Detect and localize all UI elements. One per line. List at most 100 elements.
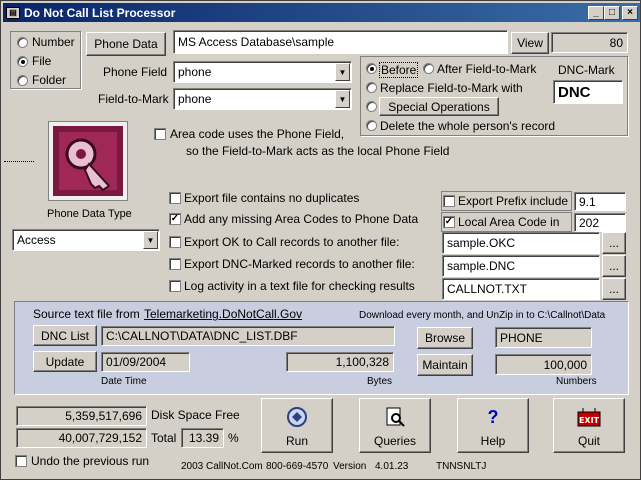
folder-label: Folder bbox=[32, 73, 67, 87]
undo-label: Undo the previous run bbox=[31, 454, 150, 468]
file-radio[interactable] bbox=[17, 56, 28, 67]
numbers-caption: Numbers bbox=[556, 376, 597, 387]
phone-data-type-value: Access bbox=[17, 233, 56, 247]
percent-sign: % bbox=[228, 431, 239, 445]
add-area-codes-checkbox[interactable]: ✓ bbox=[169, 213, 181, 225]
divider bbox=[4, 161, 34, 162]
phone-field-label: Phone Field bbox=[103, 65, 168, 79]
export-dnc-checkbox[interactable] bbox=[169, 258, 181, 270]
dnc-browse-button[interactable]: ... bbox=[602, 255, 626, 277]
footer-copyright: 2003 CallNot.Com bbox=[181, 461, 263, 472]
no-duplicates-checkbox[interactable] bbox=[169, 192, 181, 204]
update-button[interactable]: Update bbox=[33, 351, 97, 372]
footer-code: TNNSNLTJ bbox=[436, 461, 487, 472]
log-browse-button[interactable]: ... bbox=[602, 278, 626, 300]
log-file-input[interactable]: CALLNOT.TXT bbox=[442, 278, 600, 300]
source-prefix: Source text file from bbox=[33, 307, 140, 321]
quit-button[interactable]: EXIT Quit bbox=[553, 398, 625, 453]
app-icon: ▤ bbox=[6, 6, 20, 19]
special-ops-radio[interactable] bbox=[366, 101, 377, 112]
bytes-caption: Bytes bbox=[367, 376, 393, 387]
replace-radio[interactable] bbox=[366, 82, 377, 93]
add-area-codes-label: Add any missing Area Codes to Phone Data bbox=[184, 212, 419, 226]
minimize-button[interactable]: _ bbox=[588, 6, 604, 20]
field-to-mark-label: Field-to-Mark bbox=[98, 92, 169, 106]
field-to-mark-select[interactable]: phone ▼ bbox=[173, 88, 352, 110]
after-label: After Field-to-Mark bbox=[437, 62, 537, 76]
okc-file-input[interactable]: sample.OKC bbox=[442, 232, 600, 254]
chevron-down-icon[interactable]: ▼ bbox=[143, 231, 158, 249]
special-operations-button[interactable]: Special Operations bbox=[379, 97, 499, 116]
maximize-button[interactable]: □ bbox=[604, 6, 620, 20]
numbers-count: 100,000 bbox=[495, 354, 592, 375]
area-code-note-line1: Area code uses the Phone Field, bbox=[170, 127, 345, 141]
magnifier-document-icon bbox=[383, 406, 407, 428]
export-prefix-input[interactable]: 9.1 bbox=[574, 192, 626, 211]
delete-radio[interactable] bbox=[366, 120, 377, 131]
folder-radio[interactable] bbox=[17, 75, 28, 86]
run-icon bbox=[285, 406, 309, 428]
close-button[interactable]: × bbox=[622, 6, 638, 20]
dnc-mark-input[interactable]: DNC bbox=[553, 80, 623, 104]
local-area-code-input[interactable]: 202 bbox=[574, 213, 626, 232]
svg-text:EXIT: EXIT bbox=[579, 416, 600, 425]
disk-total-value: 40,007,729,152 bbox=[16, 428, 147, 448]
phone-data-path[interactable]: MS Access Database\sample bbox=[173, 30, 508, 54]
number-label: Number bbox=[32, 35, 75, 49]
help-button[interactable]: ? Help bbox=[457, 398, 529, 453]
field-to-mark-value: phone bbox=[178, 92, 212, 106]
undo-checkbox[interactable] bbox=[15, 455, 27, 467]
before-label: Before bbox=[379, 62, 419, 78]
quit-label: Quit bbox=[577, 434, 600, 448]
delete-label: Delete the whole person's record bbox=[380, 119, 556, 133]
phone-data-button[interactable]: Phone Data bbox=[86, 32, 166, 56]
chevron-down-icon[interactable]: ▼ bbox=[335, 63, 350, 81]
date-caption: Date Time bbox=[101, 376, 147, 387]
run-label: Run bbox=[285, 434, 308, 448]
local-area-code-checkbox[interactable]: ✓ bbox=[443, 216, 455, 228]
view-button[interactable]: View bbox=[511, 32, 549, 54]
before-radio[interactable] bbox=[366, 63, 377, 74]
replace-label: Replace Field-to-Mark with bbox=[380, 81, 523, 95]
dnc-list-button[interactable]: DNC List bbox=[33, 325, 97, 346]
footer-version: 4.01.23 bbox=[375, 461, 409, 472]
no-duplicates-label: Export file contains no duplicates bbox=[184, 191, 360, 205]
export-prefix-label: Export Prefix include bbox=[458, 194, 569, 208]
export-dnc-label: Export DNC-Marked records to another fil… bbox=[184, 257, 415, 271]
log-activity-checkbox[interactable] bbox=[169, 280, 181, 292]
after-radio[interactable] bbox=[423, 63, 434, 74]
disk-percent: 13.39 bbox=[181, 428, 224, 448]
help-icon: ? bbox=[487, 406, 499, 427]
footer-version-label: Version bbox=[333, 461, 367, 472]
window-title: Do Not Call List Processor bbox=[24, 5, 176, 20]
access-database-icon bbox=[48, 121, 128, 201]
disk-free-label: Disk Space Free bbox=[151, 408, 240, 422]
download-note: Download every month, and UnZip in to C:… bbox=[359, 310, 606, 321]
dnc-file-input[interactable]: sample.DNC bbox=[442, 255, 600, 277]
export-ok-checkbox[interactable] bbox=[169, 236, 181, 248]
browse-button[interactable]: Browse bbox=[417, 327, 473, 349]
file-bytes: 1,100,328 bbox=[286, 352, 394, 372]
maintain-button[interactable]: Maintain bbox=[417, 354, 473, 376]
source-field-name: PHONE bbox=[495, 327, 592, 348]
phone-field-select[interactable]: phone ▼ bbox=[173, 61, 352, 83]
export-prefix-checkbox[interactable] bbox=[443, 195, 455, 207]
donotcall-link[interactable]: Telemarketing.DoNotCall.Gov bbox=[144, 307, 302, 321]
update-date: 01/09/2004 bbox=[101, 352, 190, 372]
disk-total-label: Total bbox=[151, 431, 177, 445]
number-radio[interactable] bbox=[17, 37, 28, 48]
export-ok-label: Export OK to Call records to another fil… bbox=[184, 235, 400, 249]
title-bar: ▤ Do Not Call List Processor _ □ × bbox=[3, 3, 640, 22]
chevron-down-icon[interactable]: ▼ bbox=[335, 90, 350, 108]
queries-button[interactable]: Queries bbox=[359, 398, 431, 453]
record-count: 80 bbox=[551, 32, 628, 53]
queries-label: Queries bbox=[373, 434, 417, 448]
phone-data-type-label: Phone Data Type bbox=[47, 208, 132, 220]
run-button[interactable]: Run bbox=[261, 398, 333, 453]
help-label: Help bbox=[480, 434, 506, 448]
phone-data-type-select[interactable]: Access ▼ bbox=[12, 229, 160, 251]
local-area-code-label: Local Area Code in bbox=[458, 215, 560, 229]
area-code-checkbox[interactable] bbox=[154, 128, 166, 140]
phone-field-value: phone bbox=[178, 65, 212, 79]
okc-browse-button[interactable]: ... bbox=[602, 232, 626, 254]
